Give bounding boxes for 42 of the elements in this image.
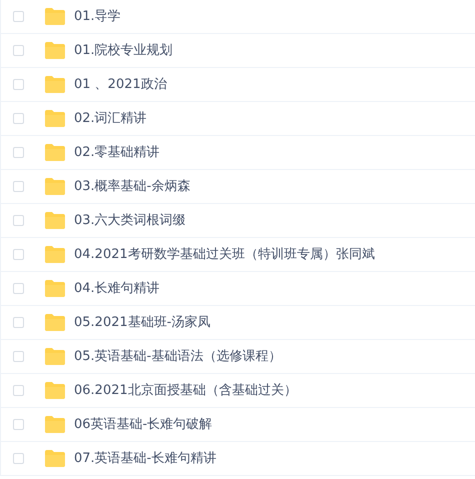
folder-icon: [45, 76, 65, 93]
folder-name[interactable]: 01.导学: [74, 6, 121, 26]
checkbox[interactable]: [13, 385, 24, 396]
folder-name[interactable]: 01 、2021政治: [74, 74, 167, 94]
folder-name[interactable]: 03.六大类词根词缀: [74, 210, 186, 230]
folder-icon: [45, 246, 65, 263]
checkbox[interactable]: [13, 79, 24, 90]
folder-icon: [45, 212, 65, 229]
folder-icon: [45, 42, 65, 59]
folder-icon: [45, 348, 65, 365]
folder-icon: [45, 8, 65, 25]
checkbox[interactable]: [13, 419, 24, 430]
folder-name[interactable]: 05.2021基础班-汤家凤: [74, 312, 210, 332]
folder-name[interactable]: 06.2021北京面授基础（含基础过关）: [74, 380, 297, 400]
folder-icon: [45, 450, 65, 467]
folder-icon: [45, 280, 65, 297]
checkbox[interactable]: [13, 283, 24, 294]
folder-name[interactable]: 02.词汇精讲: [74, 108, 147, 128]
folder-icon: [45, 382, 65, 399]
folder-icon: [45, 110, 65, 127]
checkbox[interactable]: [13, 181, 24, 192]
checkbox[interactable]: [13, 249, 24, 260]
folder-icon: [45, 144, 65, 161]
folder-icon: [45, 314, 65, 331]
checkbox[interactable]: [13, 113, 24, 124]
checkbox[interactable]: [13, 215, 24, 226]
checkbox[interactable]: [13, 45, 24, 56]
checkbox[interactable]: [13, 317, 24, 328]
folder-name[interactable]: 04.2021考研数学基础过关班（特训班专属）张同斌: [74, 244, 375, 264]
folder-name[interactable]: 07.英语基础-长难句精讲: [74, 448, 216, 468]
checkbox[interactable]: [13, 11, 24, 22]
folder-name[interactable]: 04.长难句精讲: [74, 278, 160, 298]
folder-name[interactable]: 03.概率基础-余炳森: [74, 176, 190, 196]
checkbox[interactable]: [13, 453, 24, 464]
folder-name[interactable]: 06英语基础-长难句破解: [74, 414, 212, 434]
checkbox[interactable]: [13, 147, 24, 158]
folder-icon: [45, 178, 65, 195]
folder-name[interactable]: 02.零基础精讲: [74, 142, 160, 162]
checkbox[interactable]: [13, 351, 24, 362]
folder-name[interactable]: 01.院校专业规划: [74, 40, 173, 60]
folder-name[interactable]: 05.英语基础-基础语法（选修课程）: [74, 346, 282, 366]
folder-icon: [45, 416, 65, 433]
